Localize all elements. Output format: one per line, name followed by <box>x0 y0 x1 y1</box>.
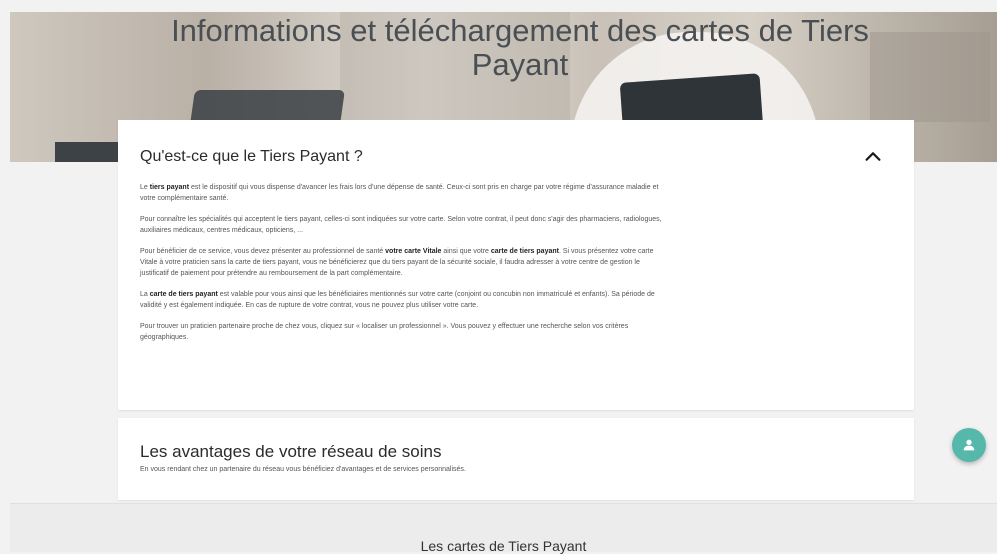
paragraph-text: Le <box>140 184 150 191</box>
cards-download-section: Les cartes de Tiers Payant <box>10 503 997 554</box>
chevron-up-icon[interactable] <box>862 146 884 168</box>
emphasis-text: carte de tiers payant <box>149 291 218 298</box>
paragraph-text: La <box>140 291 150 298</box>
accordion-section-avantages[interactable]: Les avantages de votre réseau de soins E… <box>118 418 914 500</box>
paragraph-text: ainsi que votre <box>441 248 491 255</box>
paragraph: Pour bénéficier de ce service, vous deve… <box>140 246 670 279</box>
paragraph: Pour connaître les spécialités qui accep… <box>140 214 670 236</box>
accordion-section-tiers-payant: Qu'est-ce que le Tiers Payant ? Le tiers… <box>118 120 914 410</box>
paragraph-text: est valable pour vous ainsi que les béné… <box>140 291 655 309</box>
accordion-header-title[interactable]: Les avantages de votre réseau de soins <box>140 442 441 462</box>
paragraph-text: Pour trouver un praticien partenaire pro… <box>140 323 629 341</box>
contact-fab-button[interactable] <box>952 428 986 462</box>
emphasis-text: votre carte Vitale <box>385 248 442 255</box>
paragraph: Pour trouver un praticien partenaire pro… <box>140 321 670 343</box>
accordion-header-title[interactable]: Qu'est-ce que le Tiers Payant ? <box>140 148 363 166</box>
emphasis-text: tiers payant <box>149 184 190 191</box>
paragraph: Le tiers payant est le dispositif qui vo… <box>140 182 670 204</box>
user-icon <box>963 439 975 451</box>
paragraph-text: est le dispositif qui vous dispense d'av… <box>140 184 659 202</box>
paragraph-text: Pour connaître les spécialités qui accep… <box>140 216 662 234</box>
section-subtitle: En vous rendant chez un partenaire du ré… <box>140 466 466 473</box>
emphasis-text: carte de tiers payant <box>490 248 559 255</box>
page-title: Informations et téléchargement des carte… <box>171 13 869 82</box>
accordion-content: Le tiers payant est le dispositif qui vo… <box>140 182 670 353</box>
paragraph-text: Pour bénéficier de ce service, vous deve… <box>140 248 386 255</box>
section-heading: Les cartes de Tiers Payant <box>420 538 587 554</box>
paragraph: La carte de tiers payant est valable pou… <box>140 289 670 311</box>
